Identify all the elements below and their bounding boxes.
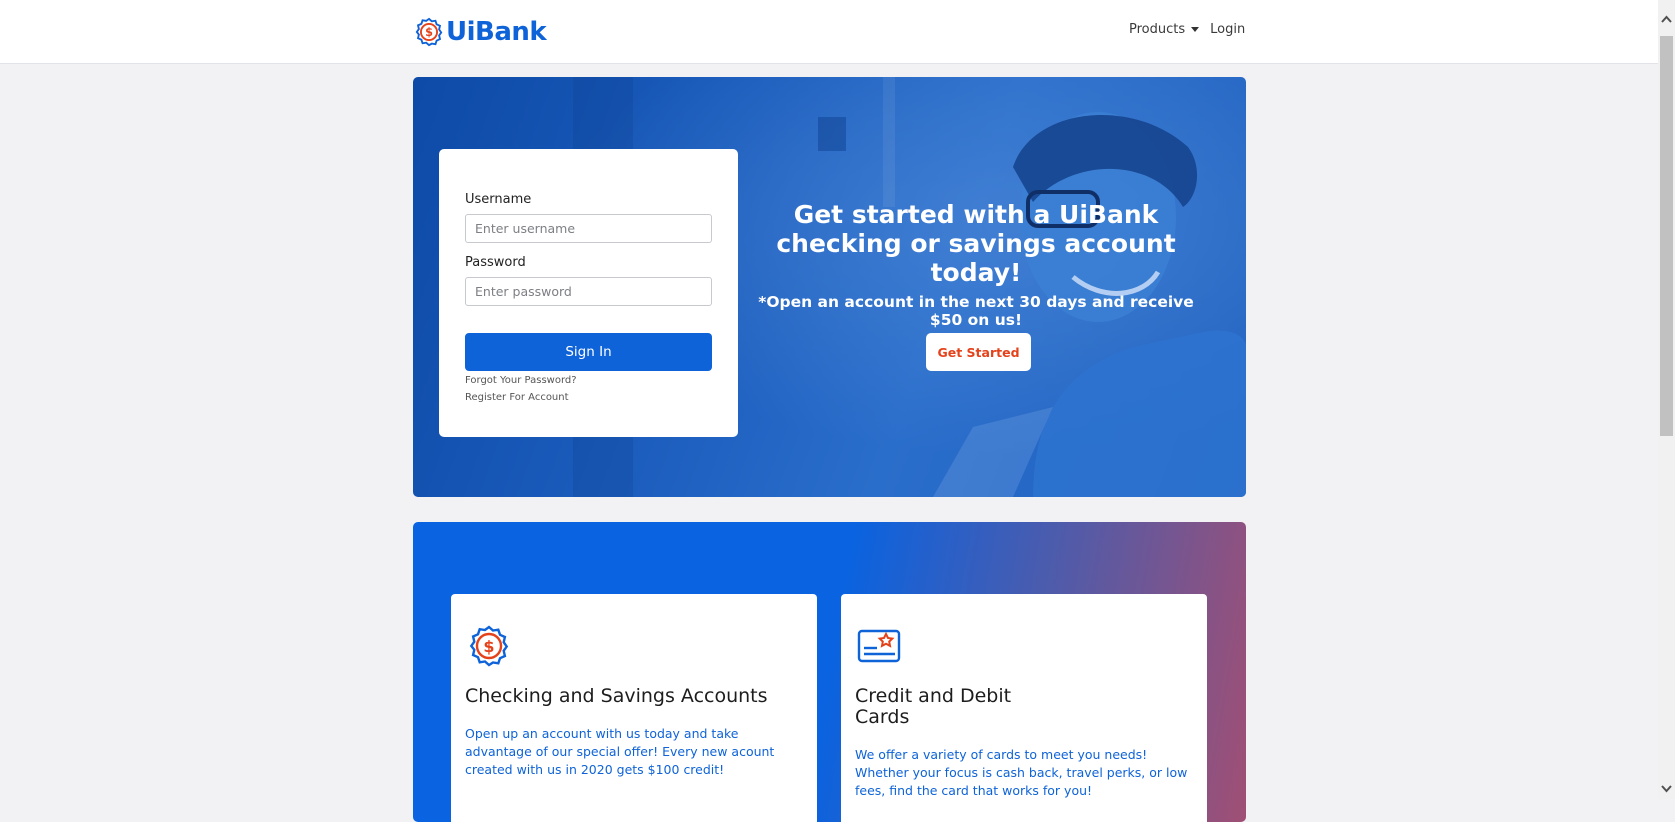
main-nav: Products Login	[1129, 22, 1245, 37]
get-started-button[interactable]: Get Started	[926, 333, 1031, 371]
top-navbar: $ UiBank Products Login	[0, 0, 1658, 64]
products-label: Products	[1129, 22, 1186, 37]
svg-text:$: $	[483, 637, 494, 656]
password-label: Password	[465, 255, 526, 270]
page-scrollbar[interactable]	[1658, 0, 1675, 799]
scroll-thumb[interactable]	[1660, 36, 1673, 436]
caret-down-icon	[1191, 27, 1200, 32]
login-link[interactable]: Login	[1210, 22, 1245, 37]
hero-copy: Get started with a UiBank checking or sa…	[756, 200, 1196, 329]
login-card: Username Password Sign In Forgot Your Pa…	[439, 149, 738, 437]
hero-banner: Username Password Sign In Forgot Your Pa…	[413, 77, 1246, 497]
svg-text:$: $	[425, 26, 433, 39]
sign-in-button[interactable]: Sign In	[465, 333, 712, 371]
card-title: Credit and Debit Cards	[855, 685, 1012, 728]
brand-logo[interactable]: $ UiBank	[414, 16, 547, 48]
username-label: Username	[465, 192, 532, 207]
hero-subtitle: *Open an account in the next 30 days and…	[758, 293, 1194, 329]
username-input[interactable]	[465, 214, 712, 243]
password-input[interactable]	[465, 277, 712, 306]
register-link[interactable]: Register For Account	[465, 391, 712, 404]
card-title: Checking and Savings Accounts	[465, 685, 768, 707]
products-section: $ Checking and Savings Accounts Open up …	[413, 522, 1246, 822]
forgot-password-link[interactable]: Forgot Your Password?	[465, 374, 712, 387]
scroll-down-icon[interactable]	[1658, 780, 1675, 797]
card-description: We offer a variety of cards to meet you …	[855, 747, 1188, 798]
product-card-checking[interactable]: $ Checking and Savings Accounts Open up …	[451, 594, 817, 822]
scroll-up-icon[interactable]	[1658, 10, 1675, 27]
card-description: Open up an account with us today and tak…	[465, 726, 775, 777]
dollar-badge-icon: $	[415, 17, 443, 47]
products-dropdown[interactable]: Products	[1129, 22, 1200, 37]
brand-name: UiBank	[446, 17, 547, 47]
hero-title: Get started with a UiBank checking or sa…	[776, 200, 1176, 287]
dollar-badge-icon: $	[469, 625, 509, 667]
product-card-credit[interactable]: Credit and Debit Cards We offer a variet…	[841, 594, 1207, 822]
credit-card-icon	[857, 629, 901, 663]
